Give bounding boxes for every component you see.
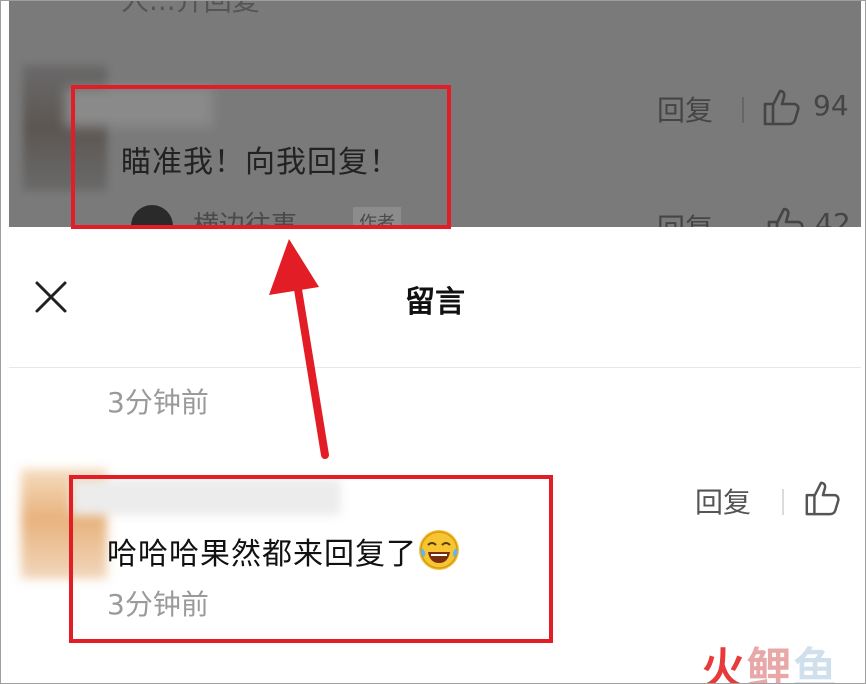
annotation-box-bottom [69,475,553,643]
annotation-arrow [269,239,329,459]
author-reply-button[interactable]: 回复 [657,207,713,227]
like-count: 94 [813,89,849,122]
screenshot-frame: 人...介回复 瞄准我！向我回复！ 回复 94 横边往事 作者 回复 42 留言… [0,0,866,684]
thumbs-up-icon[interactable] [803,479,841,517]
partial-text: 人...介回复 [121,1,260,19]
thumbs-up-icon[interactable] [765,205,805,227]
thumbs-up-icon[interactable] [761,87,801,127]
watermark-char: 火 [701,644,747,684]
watermark-char: 鱼 [793,644,839,684]
reply-button[interactable]: 回复 [657,89,713,129]
watermark-logo: 火鲤鱼 [701,633,839,684]
reply-button[interactable]: 回复 [695,481,751,521]
annotation-box-top [71,85,451,229]
sheet-header: 留言 [9,227,861,368]
watermark-char: 鲤 [747,644,793,684]
comment-timestamp: 3分钟前 [107,386,209,419]
divider [742,97,744,123]
sheet-title: 留言 [405,285,465,320]
divider [782,489,784,515]
author-like-count: 42 [815,207,851,227]
